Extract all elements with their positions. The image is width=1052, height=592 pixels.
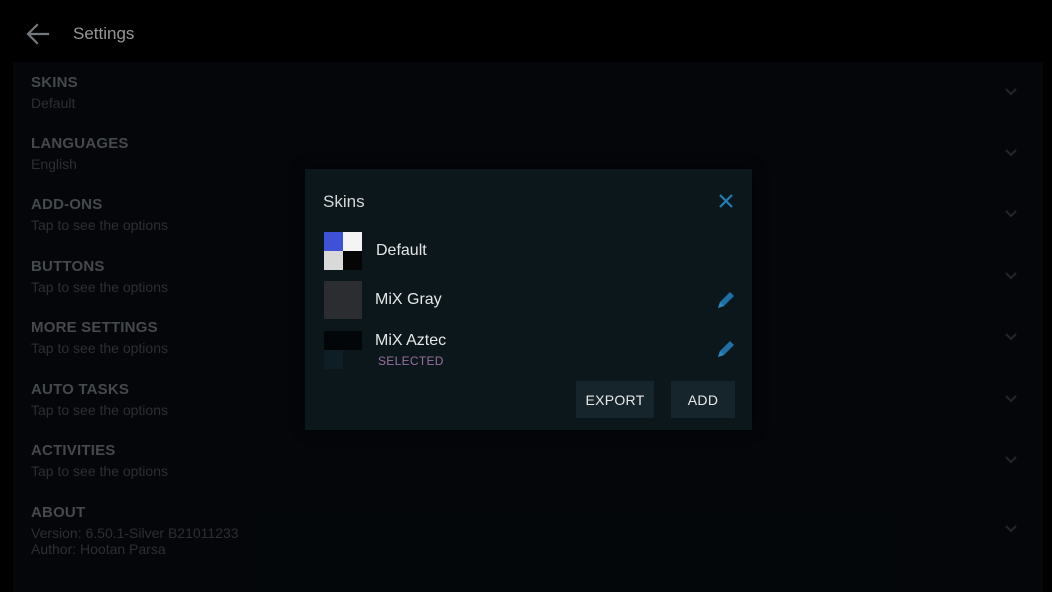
skin-name: Default [376,242,427,259]
skin-thumbnail [324,281,362,319]
skin-item-mix-aztec[interactable]: MiX Aztec SELECTED [305,329,752,375]
pencil-icon[interactable] [715,338,737,360]
selected-badge: SELECTED [378,354,444,368]
dialog-title: Skins [323,192,365,211]
skin-item-default[interactable]: Default [305,229,752,275]
skin-name: MiX Gray [375,291,442,308]
skin-thumbnail [324,232,362,270]
close-icon[interactable] [716,191,736,211]
pencil-icon[interactable] [715,289,737,311]
add-button[interactable]: ADD [671,381,735,418]
skins-dialog: Skins Default MiX Gray MiX Aztec SELECTE… [305,169,752,430]
skin-thumbnail [324,331,362,369]
skin-name: MiX Aztec [375,332,447,349]
export-button[interactable]: EXPORT [576,381,654,418]
skin-item-mix-gray[interactable]: MiX Gray [305,279,752,325]
